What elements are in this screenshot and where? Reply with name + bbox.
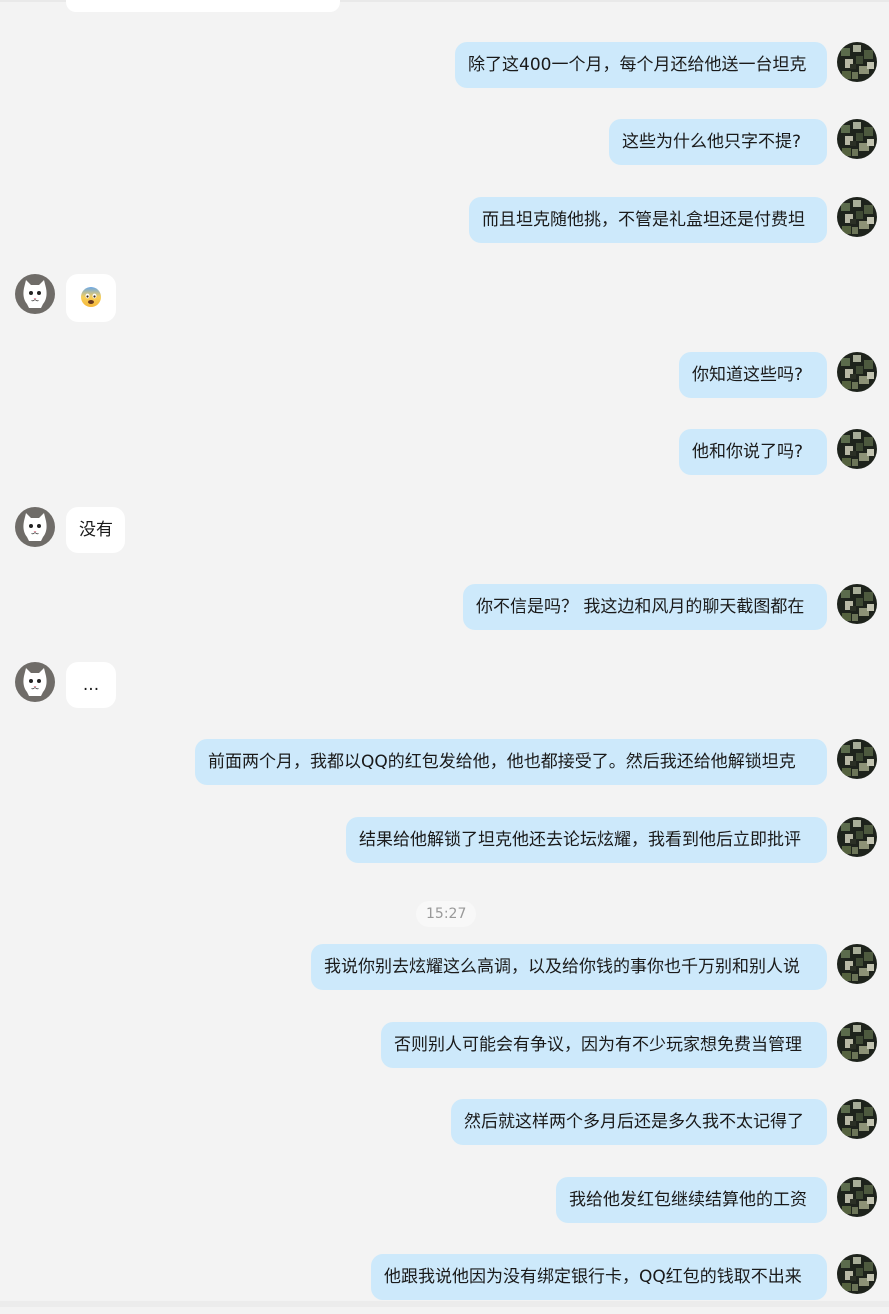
message-row-outgoing: 结果给他解锁了坦克他还去论坛炫耀，我看到他后立即批评 (0, 817, 889, 877)
camouflage-avatar-icon[interactable] (837, 429, 877, 469)
camouflage-avatar-icon[interactable] (837, 352, 877, 392)
message-row-outgoing: 我给他发红包继续结算他的工资 (0, 1177, 889, 1237)
message-row-outgoing: 除了这400一个月，每个月还给他送一台坦克 (0, 42, 889, 102)
fearful-face-emoji (81, 286, 101, 307)
message-bubble[interactable]: 你不信是吗？ 我这边和风月的聊天截图都在 (463, 584, 827, 630)
camouflage-avatar-icon[interactable] (837, 944, 877, 984)
chat-history-panel[interactable]: 除了这400一个月，每个月还给他送一台坦克 这些为什么他只字不提? 而且坦克随他… (0, 0, 889, 1307)
message-bubble[interactable]: 没有 (66, 507, 125, 553)
bottom-divider (0, 1301, 889, 1307)
camouflage-avatar-icon[interactable] (837, 584, 877, 624)
message-bubble[interactable]: 他跟我说他因为没有绑定银行卡，QQ红包的钱取不出来 (371, 1254, 827, 1300)
message-row-outgoing: 而且坦克随他挑，不管是礼盒坦还是付费坦 (0, 197, 889, 257)
camouflage-avatar-icon[interactable] (837, 1099, 877, 1139)
message-bubble[interactable] (66, 274, 116, 322)
camouflage-avatar-icon[interactable] (837, 197, 877, 237)
camouflage-avatar-icon[interactable] (837, 1254, 877, 1294)
message-bubble[interactable]: 结果给他解锁了坦克他还去论坛炫耀，我看到他后立即批评 (346, 817, 827, 863)
message-bubble[interactable]: ... (66, 662, 116, 708)
camouflage-avatar-icon[interactable] (837, 817, 877, 857)
camouflage-avatar-icon[interactable] (837, 42, 877, 82)
message-bubble[interactable]: 否则别人可能会有争议，因为有不少玩家想免费当管理 (381, 1022, 827, 1068)
message-bubble[interactable]: 然后就这样两个多月后还是多久我不太记得了 (451, 1099, 827, 1145)
white-cat-avatar-icon[interactable] (15, 662, 55, 702)
message-bubble[interactable]: 而且坦克随他挑，不管是礼盒坦还是付费坦 (469, 197, 827, 243)
message-row-outgoing: 我说你别去炫耀这么高调，以及给你钱的事你也千万别和别人说 (0, 944, 889, 1004)
white-cat-avatar-icon[interactable] (15, 507, 55, 547)
message-row-outgoing: 然后就这样两个多月后还是多久我不太记得了 (0, 1099, 889, 1159)
message-row-outgoing: 你不信是吗？ 我这边和风月的聊天截图都在 (0, 584, 889, 644)
message-bubble[interactable]: 除了这400一个月，每个月还给他送一台坦克 (455, 42, 827, 88)
message-row-outgoing: 这些为什么他只字不提? (0, 119, 889, 179)
message-bubble[interactable]: 他和你说了吗? (679, 429, 827, 475)
camouflage-avatar-icon[interactable] (837, 739, 877, 779)
white-cat-avatar-icon[interactable] (15, 274, 55, 314)
message-timestamp: 15:27 (416, 901, 477, 927)
previous-message-bubble-edge (66, 0, 340, 12)
message-row-outgoing: 你知道这些吗? (0, 352, 889, 412)
message-bubble[interactable]: 前面两个月，我都以QQ的红包发给他，他也都接受了。然后我还给他解锁坦克 (195, 739, 827, 785)
message-bubble[interactable]: 你知道这些吗? (679, 352, 827, 398)
message-row-outgoing: 否则别人可能会有争议，因为有不少玩家想免费当管理 (0, 1022, 889, 1082)
camouflage-avatar-icon[interactable] (837, 119, 877, 159)
message-row-outgoing: 他和你说了吗? (0, 429, 889, 489)
message-bubble[interactable]: 我说你别去炫耀这么高调，以及给你钱的事你也千万别和别人说 (311, 944, 827, 990)
message-row-incoming: ... (0, 662, 889, 722)
camouflage-avatar-icon[interactable] (837, 1177, 877, 1217)
message-bubble[interactable]: 这些为什么他只字不提? (609, 119, 827, 165)
message-bubble[interactable]: 我给他发红包继续结算他的工资 (556, 1177, 827, 1223)
camouflage-avatar-icon[interactable] (837, 1022, 877, 1062)
message-row-incoming: 没有 (0, 507, 889, 567)
message-row-incoming (0, 274, 889, 334)
message-row-outgoing: 前面两个月，我都以QQ的红包发给他，他也都接受了。然后我还给他解锁坦克 (0, 739, 889, 799)
